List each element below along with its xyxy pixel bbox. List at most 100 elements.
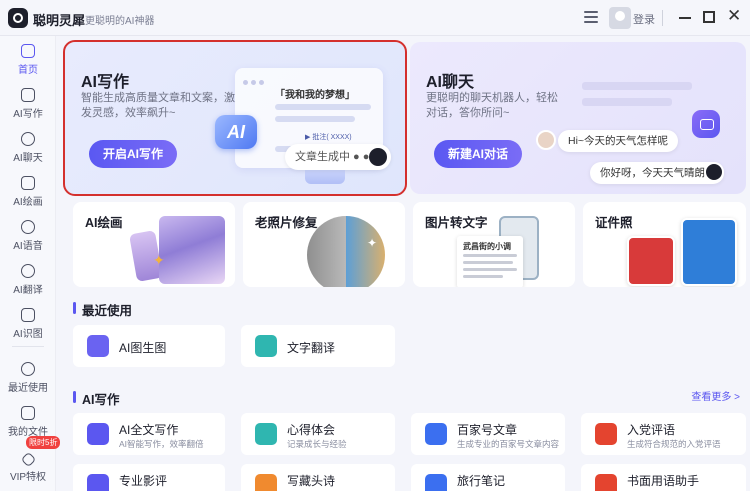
item-name: 文字翻译 [287,341,336,355]
home-icon [21,44,35,58]
item-description: 生成符合规范的入党评语 [627,439,721,449]
party-icon [595,423,617,445]
item-name: 入党评语 [627,423,676,437]
bot-avatar-icon [704,162,724,182]
item-name: 心得体会 [287,423,336,437]
text-translate-icon [255,335,277,357]
card-title: AI聊天 [426,74,475,91]
sparkle-icon: ✦ [367,236,378,250]
item-name: 书面用语助手 [627,474,700,488]
divider [12,346,44,347]
card-description: 更聪明的聊天机器人，轻松对话，答你所问~ [426,92,558,119]
annotation-note: ▶ 批注( XXXX) [305,134,352,141]
item-name: 写藏头诗 [287,474,336,488]
writing-item-full-text[interactable]: AI全文写作 AI智能写作，效率翻倍 [73,413,225,455]
poem-icon [255,474,277,491]
sidebar: 首页 AI写作 AI聊天 AI绘画 AI语音 AI翻译 AI识图 最近使用 我的… [0,36,61,491]
text-line [275,104,371,110]
writing-item-party-comment[interactable]: 入党评语 生成符合规范的入党评语 [581,413,746,455]
tool-name: AI绘画 [85,216,123,230]
sidebar-item-label: VIP特权 [9,472,47,483]
app-name: 聪明灵犀 [33,13,86,28]
sidebar-item-home[interactable]: 首页 [0,38,56,82]
chat-line [582,98,672,106]
travel-icon [425,474,447,491]
writing-item-acrostic-poem[interactable]: 写藏头诗 [241,464,395,491]
close-button[interactable]: ✕ [727,7,741,24]
user-avatar-icon [536,130,556,150]
user-question-bubble: Hi~今天的天气怎样呢 [558,130,679,152]
image-gen-icon [87,335,109,357]
window-dots-icon [243,74,267,88]
text-line [275,116,355,122]
tool-name: 图片转文字 [425,216,488,230]
minimize-button[interactable] [678,10,692,24]
writing-item-film-review[interactable]: 专业影评 [73,464,225,491]
title-bar: 聪明灵犀 更聪明的AI神器 登录 ✕ [0,0,750,36]
sidebar-item-label: AI绘画 [13,197,43,208]
item-name: 专业影评 [119,474,168,488]
view-more-link[interactable]: 查看更多 > [691,388,740,403]
brush-icon [21,176,35,190]
film-icon [87,474,109,491]
text-line [463,275,503,278]
new-ai-chat-button[interactable]: 新建AI对话 [434,140,523,168]
text-line [463,261,513,264]
generating-text: 文章生成中 ● ● [295,151,370,163]
ai-badge-icon: AI [215,115,257,149]
sidebar-item-ai-writing[interactable]: AI写作 [0,82,56,126]
writing-item-baijiahao[interactable]: 百家号文章 生成专业的百家号文章内容 [411,413,565,455]
preview-heading: 「我和我的梦想」 [275,90,355,101]
notes-icon [255,423,277,445]
item-name: AI图生图 [119,341,167,355]
wand-icon: ✦ [153,252,165,268]
recent-item-ai-image-gen[interactable]: AI图生图 [73,325,225,367]
monitor-stand-illustration [305,170,345,184]
maximize-button[interactable] [703,11,715,23]
writing-item-reflection[interactable]: 心得体会 记录成长与经验 [241,413,395,455]
tool-ai-painting[interactable]: AI绘画 ✦ [73,202,235,287]
sidebar-item-label: AI语音 [13,241,43,252]
chat-line [582,82,692,90]
clock-icon [21,362,35,376]
sidebar-item-vip[interactable]: VIP特权 [0,446,56,490]
writing-helper-icon [595,474,617,491]
sidebar-item-recent[interactable]: 最近使用 [0,356,56,400]
app-logo-icon [8,8,28,28]
tool-image-to-text[interactable]: 图片转文字 武昌街的小调 [413,202,575,287]
id-photo-red-thumbnail [627,236,675,286]
sidebar-item-ai-voice[interactable]: AI语音 [0,214,56,258]
login-link[interactable]: 登录 [633,11,655,27]
ai-writing-card[interactable]: AI写作 智能生成高质量文章和文案，激发灵感，效率飙升~ 开启AI写作 「我和我… [63,40,407,196]
tool-name: 老照片修复 [255,216,318,230]
ai-write-icon [87,423,109,445]
menu-icon[interactable] [584,11,598,23]
tool-old-photo-restore[interactable]: 老照片修复 ✦ [243,202,405,287]
item-name: 旅行笔记 [457,474,506,488]
sidebar-item-label: AI聊天 [13,153,43,164]
chat-icon [21,132,35,146]
tool-id-photo[interactable]: 证件照 [583,202,746,287]
avatar[interactable] [609,7,631,29]
sidebar-item-ai-image-recognition[interactable]: AI识图 [0,302,56,346]
app-slogan: 更聪明的AI神器 [85,16,155,27]
chat-bot-icon [692,110,720,138]
recent-item-text-translate[interactable]: 文字翻译 [241,325,395,367]
anime-girl-illustration [159,216,225,284]
sidebar-item-ai-translate[interactable]: AI翻译 [0,258,56,302]
id-photo-blue-thumbnail [681,218,737,286]
sidebar-item-ai-painting[interactable]: AI绘画 [0,170,56,214]
writing-item-travel-notes[interactable]: 旅行笔记 [411,464,565,491]
sidebar-item-ai-chat[interactable]: AI聊天 [0,126,56,170]
image-scan-icon [21,308,35,322]
item-description: 记录成长与经验 [287,439,347,449]
card-description: 智能生成高质量文章和文案，激发灵感，效率飙升~ [81,92,235,119]
item-name: 百家号文章 [457,423,518,437]
text-line [463,268,517,271]
writing-item-formal-language[interactable]: 书面用语助手 [581,464,746,491]
file-icon [21,406,35,420]
start-ai-writing-button[interactable]: 开启AI写作 [89,140,178,168]
ai-chat-card[interactable]: AI聊天 更聪明的聊天机器人，轻松对话，答你所问~ 新建AI对话 Hi~今天的天… [410,42,746,194]
ai-writing-section-title: AI写作 [73,389,120,408]
sidebar-item-label: 最近使用 [8,383,48,394]
